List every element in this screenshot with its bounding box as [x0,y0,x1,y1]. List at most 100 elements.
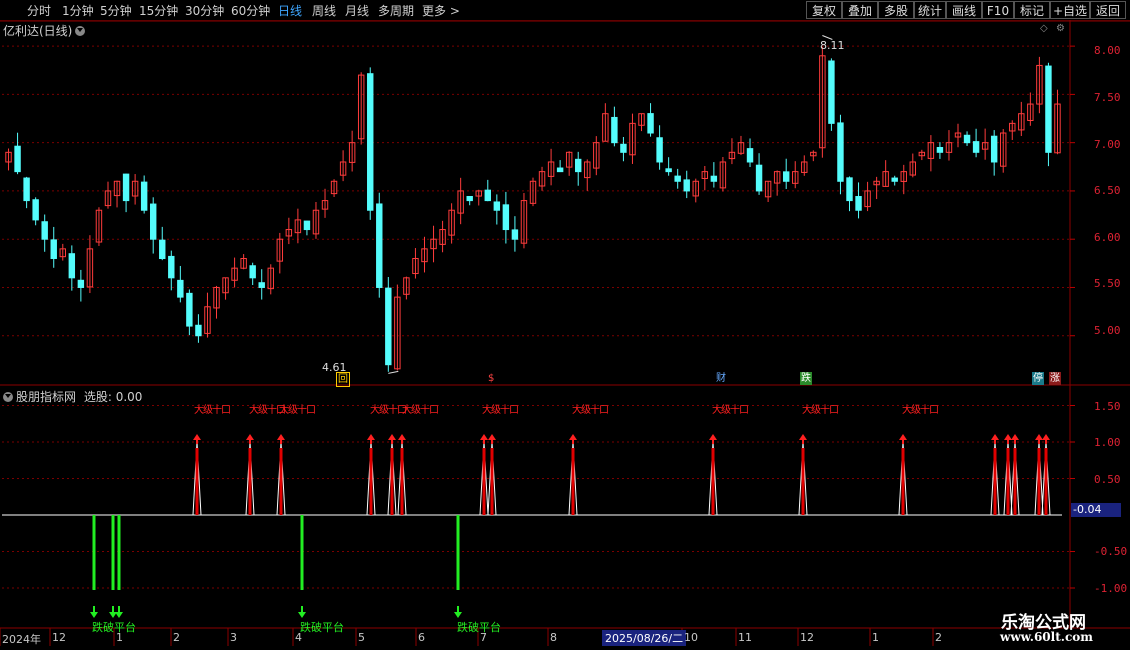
signal-spike [369,448,373,515]
candle-body [168,255,175,279]
y-tick: 0.50 [1094,473,1121,486]
up-arrow-stem [712,439,714,444]
up-arrow-stem [483,439,485,444]
candle-body [575,158,582,173]
up-arrow-stem [401,439,403,444]
candle-body [683,179,690,192]
candle-body [972,141,980,153]
candle-body [466,195,473,202]
candle-body [1045,65,1052,153]
candle-body [177,279,184,298]
candle-body [556,167,564,173]
event-icon-cai[interactable]: 财 [715,372,727,385]
x-cursor-date: 2025/08/26/二 [602,630,687,646]
x-label: 4 [295,631,302,644]
indicator-name: 股朋指标网 [16,390,77,404]
breakdown-label: 跌破平台 [300,621,344,634]
down-arrow-icon [90,612,98,618]
x-label: 12 [52,631,66,644]
high-price-label: 8.11 [820,39,845,52]
signal-label: 大级十口 [279,405,316,416]
candle-body [855,196,862,211]
chevron-down-icon[interactable] [3,392,13,402]
candle-body [990,135,998,163]
signal-label: 大级十口 [712,405,749,416]
event-icon-die[interactable]: 跌 [800,372,812,385]
event-icon-zhang[interactable]: 涨 [1049,372,1061,385]
signal-spike [279,448,283,515]
signal-label: 大级十口 [370,405,407,416]
x-label: 5 [358,631,365,644]
signal-spike [711,448,715,515]
candle-body [828,60,835,124]
candle-body [746,148,754,163]
signal-spike [195,448,199,515]
up-arrow-stem [572,439,574,444]
y-tick: 7.00 [1094,138,1121,151]
down-arrow-icon [298,612,306,618]
candle-body [376,203,383,288]
breakdown-bar [300,515,304,590]
x-label: 3 [230,631,237,644]
x-label: 10 [684,631,698,644]
candle-body [149,203,157,240]
signal-spike [1037,448,1041,515]
candle-body [14,145,21,173]
event-icon-dollar[interactable]: $ [487,372,495,385]
x-label: 2024年 [2,633,41,646]
signal-spike [490,448,494,515]
candle-body [837,122,844,182]
candle-body [258,282,265,288]
breakdown-bar [92,515,96,590]
y-tick: 1.50 [1094,400,1121,413]
signal-spike [248,448,252,515]
x-label: 12 [800,631,814,644]
candle-body [367,73,374,211]
event-icon-hui[interactable]: 回 [336,372,350,387]
watermark-url: www.60lt.com [1000,630,1093,644]
candle-body [511,229,519,240]
up-arrow-stem [902,439,904,444]
candle-body [846,177,853,202]
signal-label: 大级十口 [902,405,939,416]
down-arrow-icon [454,612,462,618]
candle-body [186,292,193,327]
up-arrow-stem [196,439,198,444]
candle-body [502,204,510,231]
y-tick: 6.50 [1094,184,1121,197]
event-icon-ting[interactable]: 停 [1032,372,1044,385]
candle-body [656,137,663,163]
x-label: 7 [480,631,487,644]
candle-body [195,324,202,337]
signal-spike [400,448,404,515]
y-tick: 5.00 [1094,324,1121,337]
breakdown-bar [456,515,460,590]
indicator-panel-title[interactable]: 股朋指标网 选股: 0.00 [3,388,142,405]
up-arrow-stem [370,439,372,444]
breakdown-label: 跌破平台 [92,621,136,634]
up-arrow-stem [1014,439,1016,444]
candle-body [963,134,971,144]
x-label: 1 [116,631,123,644]
signal-label: 大级十口 [802,405,839,416]
candle-body [647,113,654,134]
up-arrow-stem [1045,439,1047,444]
up-arrow-stem [280,439,282,444]
signal-spike [1006,448,1010,515]
y-tick: 1.00 [1094,436,1121,449]
candlestick-chart[interactable] [0,0,1130,650]
signal-label: 大级十口 [402,405,439,416]
x-label: 1 [872,631,879,644]
signal-spike [1044,448,1048,515]
candle-body [493,201,501,211]
up-arrow-stem [491,439,493,444]
up-arrow-stem [1007,439,1009,444]
up-arrow-stem [994,439,996,444]
x-label: 11 [738,631,752,644]
up-arrow-stem [1038,439,1040,444]
candle-body [249,265,256,279]
candle-body [50,239,57,260]
x-label: 2 [173,631,180,644]
signal-spike [801,448,805,515]
candle-body [385,287,392,366]
